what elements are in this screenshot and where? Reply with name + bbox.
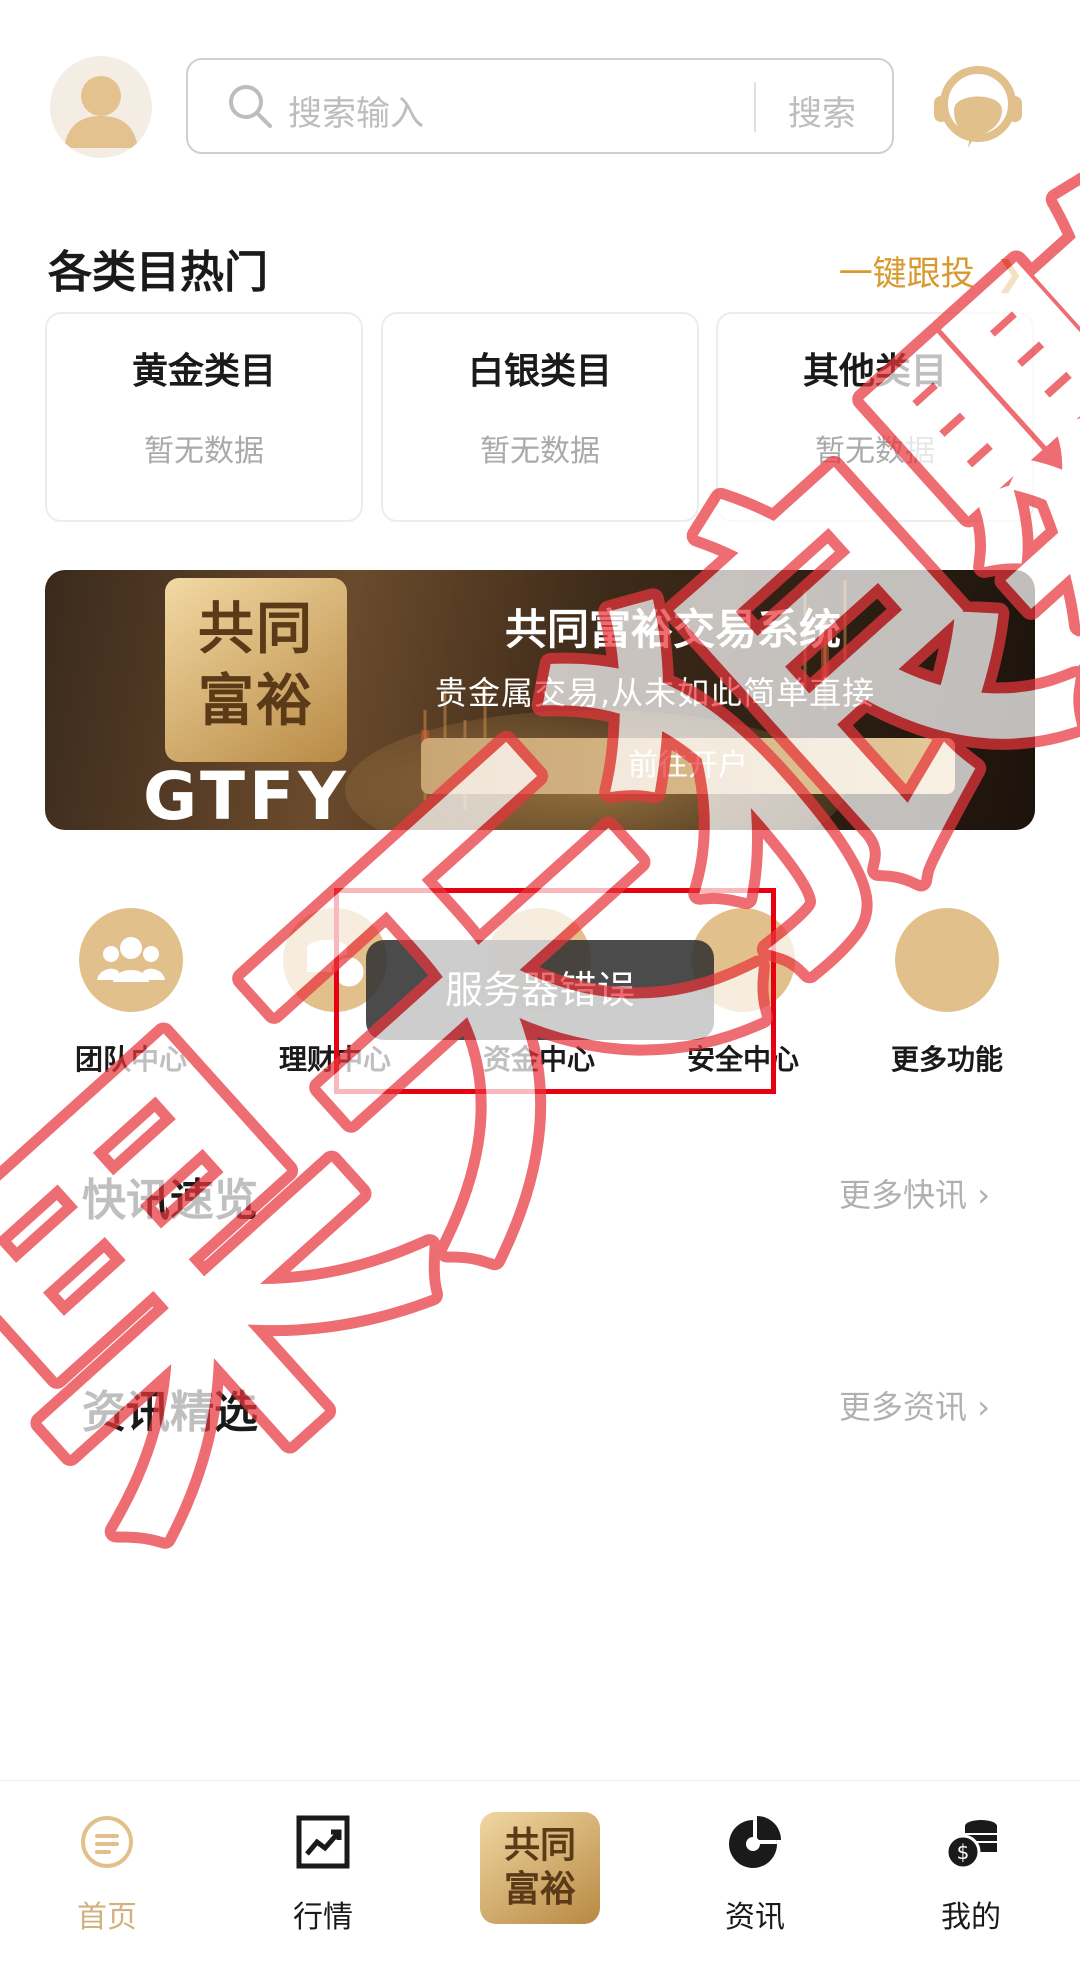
tab-market[interactable]: 行情	[248, 1812, 398, 1936]
more-icon	[895, 908, 999, 1012]
category-card-silver[interactable]: 白银类目 暂无数据	[381, 312, 699, 522]
more-news-label: 更多资讯	[839, 1388, 968, 1426]
tab-news[interactable]: 资讯	[680, 1812, 830, 1936]
tab-center-logo[interactable]: 共同富裕	[480, 1812, 600, 1924]
feature-more[interactable]: 更多功能	[852, 908, 1042, 1078]
chevron-right-icon: ❯	[995, 254, 1025, 294]
category-title: 其他类目	[802, 351, 947, 392]
news-picks-title: 资讯精选	[82, 1387, 258, 1438]
customer-service-icon[interactable]	[924, 52, 1032, 160]
tab-label: 我的	[941, 1900, 1001, 1935]
tab-home[interactable]: 首页	[32, 1812, 182, 1936]
error-toast: 服务器错误	[366, 940, 714, 1040]
app-page: 搜索输入 搜索 各类目热门 一键跟投 ❯ 黄金类目 暂无数据 白银类目 暂无数据…	[0, 0, 1080, 1968]
banner-brand: GTFY	[143, 758, 350, 830]
tab-label: 资讯	[725, 1900, 785, 1935]
one-click-follow-link[interactable]: 一键跟投 ❯	[839, 246, 1024, 295]
feature-label: 更多功能	[890, 1043, 1003, 1076]
category-title: 白银类目	[467, 351, 612, 392]
feature-team-center[interactable]: 团队中心	[36, 908, 226, 1078]
more-news-link[interactable]: 更多资讯 ›	[839, 1382, 990, 1428]
home-icon	[77, 1812, 137, 1872]
open-account-button[interactable]: 前往开户	[421, 738, 955, 794]
svg-text:$: $	[957, 1840, 970, 1864]
category-value: 暂无数据	[480, 434, 600, 469]
category-value: 暂无数据	[815, 434, 935, 469]
feature-label: 团队中心	[74, 1043, 187, 1076]
flash-news-title: 快讯速览	[82, 1175, 258, 1226]
search-button[interactable]: 搜索	[788, 86, 856, 135]
avatar[interactable]	[50, 56, 152, 158]
category-value: 暂无数据	[144, 434, 264, 469]
search-bar[interactable]: 搜索输入 搜索	[186, 58, 894, 154]
pie-icon	[725, 1812, 785, 1872]
category-card-other[interactable]: 其他类目 暂无数据	[716, 312, 1034, 522]
promo-banner[interactable]: 共同富裕 GTFY 共同富裕交易系统 贵金属交易,从未如此简单直接 前往开户	[45, 570, 1035, 830]
search-input[interactable]: 搜索输入	[288, 86, 424, 135]
search-icon	[229, 85, 272, 128]
banner-logo: 共同富裕	[165, 578, 347, 762]
tab-label: 行情	[293, 1900, 353, 1935]
chevron-right-icon: ›	[977, 1176, 990, 1214]
banner-subtitle: 贵金属交易,从未如此简单直接	[435, 674, 876, 712]
banner-logo-text: 共同富裕	[198, 597, 314, 734]
chart-icon	[293, 1812, 353, 1872]
search-divider	[754, 82, 756, 132]
tab-label: 首页	[77, 1900, 137, 1935]
team-icon	[79, 908, 183, 1012]
banner-title: 共同富裕交易系统	[505, 605, 842, 654]
money-icon: $	[941, 1812, 1001, 1872]
more-flash-label: 更多快讯	[839, 1176, 968, 1214]
more-flash-link[interactable]: 更多快讯 ›	[839, 1170, 990, 1216]
tab-mine[interactable]: $ 我的	[896, 1812, 1046, 1936]
chevron-right-icon: ›	[977, 1388, 990, 1426]
user-icon	[64, 76, 138, 148]
category-card-gold[interactable]: 黄金类目 暂无数据	[45, 312, 363, 522]
hot-categories-title: 各类目热门	[48, 247, 268, 298]
follow-link-label: 一键跟投	[838, 254, 975, 294]
center-logo-text: 共同富裕	[503, 1825, 576, 1910]
category-title: 黄金类目	[131, 351, 276, 392]
